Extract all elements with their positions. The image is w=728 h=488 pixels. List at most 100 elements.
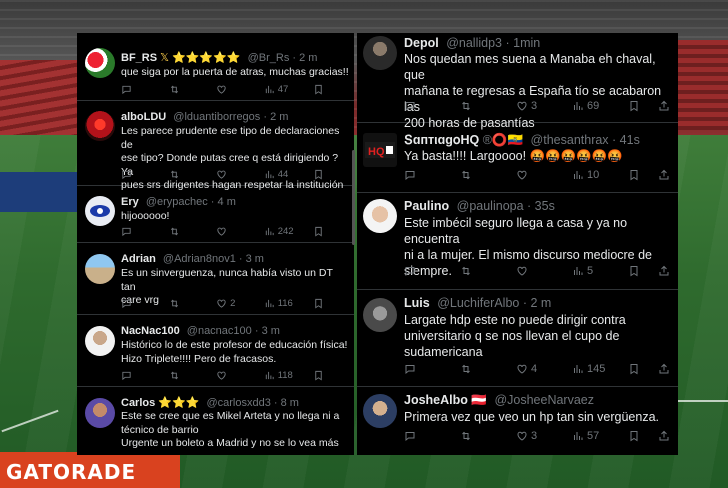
- tweet[interactable]: Adrian @Adrian8nov1 · 3 m Es un sinvergu…: [77, 243, 354, 315]
- display-name[interactable]: Depol: [404, 36, 439, 50]
- tweet[interactable]: NacNac100 @nacnac100 · 3 m Histórico lo …: [77, 315, 354, 387]
- scrollbar[interactable]: [352, 150, 355, 245]
- bookmark-button[interactable]: [313, 226, 341, 237]
- share-button[interactable]: [658, 265, 674, 277]
- share-button[interactable]: [658, 363, 674, 375]
- bookmark-button[interactable]: [313, 169, 341, 180]
- views-button[interactable]: 69: [572, 100, 628, 112]
- views-button[interactable]: 44: [264, 169, 314, 180]
- like-button[interactable]: 4: [516, 363, 572, 375]
- like-button[interactable]: 3: [516, 100, 572, 112]
- retweet-button[interactable]: [460, 265, 516, 277]
- display-name[interactable]: alboLDU: [121, 111, 166, 123]
- timestamp[interactable]: · 2 m: [523, 296, 551, 310]
- retweet-button[interactable]: [169, 370, 217, 381]
- retweet-button[interactable]: [460, 100, 516, 112]
- like-button[interactable]: [516, 265, 572, 277]
- tweet[interactable]: Depol @nallidp3 · 1min Nos quedan mes su…: [357, 33, 678, 130]
- reply-button[interactable]: [121, 370, 169, 381]
- avatar[interactable]: [85, 111, 115, 141]
- avatar[interactable]: HQ: [363, 133, 397, 167]
- retweet-button[interactable]: [460, 430, 516, 442]
- user-handle[interactable]: @erypachec: [146, 196, 208, 208]
- avatar[interactable]: [363, 36, 397, 70]
- like-button[interactable]: [216, 370, 264, 381]
- timestamp[interactable]: · 8 m: [274, 397, 299, 409]
- tweet[interactable]: Luis @LuchiferAlbo · 2 m Largate hdp est…: [357, 290, 678, 387]
- tweet[interactable]: BF_RS 𝕏 ⭐⭐⭐⭐⭐ @Br_Rs · 2 m que siga por …: [77, 33, 354, 101]
- reply-button[interactable]: [121, 298, 169, 309]
- user-handle[interactable]: @paulinopa: [457, 199, 524, 213]
- avatar[interactable]: [363, 298, 397, 332]
- user-handle[interactable]: @Br_Rs: [248, 52, 290, 64]
- avatar[interactable]: [363, 199, 397, 233]
- timestamp[interactable]: · 1min: [505, 36, 540, 50]
- user-handle[interactable]: @nacnac100: [187, 325, 252, 337]
- bookmark-button[interactable]: [628, 169, 658, 181]
- bookmark-button[interactable]: [628, 363, 658, 375]
- views-button[interactable]: 47: [264, 84, 314, 95]
- timestamp[interactable]: · 2 m: [292, 52, 317, 64]
- display-name[interactable]: Carlos: [121, 397, 155, 409]
- reply-button[interactable]: [404, 265, 460, 277]
- retweet-button[interactable]: [169, 226, 217, 237]
- views-button[interactable]: 242: [264, 226, 314, 237]
- tweet[interactable]: Carlos ⭐⭐⭐ @carlosxdd3 · 8 m Este se cre…: [77, 387, 354, 455]
- display-name[interactable]: Ery: [121, 196, 139, 208]
- reply-button[interactable]: [404, 169, 460, 181]
- retweet-button[interactable]: [169, 169, 217, 180]
- bookmark-button[interactable]: [628, 100, 658, 112]
- avatar[interactable]: [85, 326, 115, 356]
- bookmark-button[interactable]: [628, 430, 658, 442]
- reply-button[interactable]: [121, 226, 169, 237]
- timestamp[interactable]: · 4 m: [211, 196, 236, 208]
- views-button[interactable]: 116: [264, 298, 314, 309]
- tweet[interactable]: HQ ՏɑптιɑɡօHQ ®⭕🇪🇨 @thesanthrax · 41s Ya…: [357, 123, 678, 193]
- reply-button[interactable]: [404, 363, 460, 375]
- views-button[interactable]: 5: [572, 265, 628, 277]
- timestamp[interactable]: · 35s: [527, 199, 555, 213]
- user-handle[interactable]: @JosheeNarvaez: [494, 393, 594, 407]
- like-button[interactable]: [216, 84, 264, 95]
- display-name[interactable]: JosheAlbo: [404, 393, 468, 407]
- display-name[interactable]: Luis: [404, 296, 430, 310]
- display-name[interactable]: NacNac100: [121, 325, 180, 337]
- reply-button[interactable]: [121, 84, 169, 95]
- timestamp[interactable]: · 3 m: [255, 325, 280, 337]
- avatar[interactable]: [85, 254, 115, 284]
- like-button[interactable]: 2: [216, 298, 264, 309]
- reply-button[interactable]: [404, 100, 460, 112]
- bookmark-button[interactable]: [628, 265, 658, 277]
- timestamp[interactable]: · 2 m: [263, 111, 288, 123]
- avatar[interactable]: [363, 394, 397, 428]
- reply-button[interactable]: [404, 430, 460, 442]
- like-button[interactable]: [216, 169, 264, 180]
- tweet[interactable]: Paulino @paulinopa · 35s Este imbécil se…: [357, 193, 678, 290]
- tweet[interactable]: alboLDU @lduantiborregos · 2 m Les parec…: [77, 101, 354, 191]
- share-button[interactable]: [658, 100, 674, 112]
- share-button[interactable]: [658, 430, 674, 442]
- user-handle[interactable]: @thesanthrax: [531, 133, 609, 147]
- display-name[interactable]: BF_RS: [121, 52, 157, 64]
- display-name[interactable]: Adrian: [121, 253, 156, 265]
- like-button[interactable]: [516, 169, 572, 181]
- views-button[interactable]: 118: [264, 370, 314, 381]
- retweet-button[interactable]: [460, 363, 516, 375]
- views-button[interactable]: 145: [572, 363, 628, 375]
- avatar[interactable]: [85, 398, 115, 428]
- avatar[interactable]: [85, 48, 115, 78]
- retweet-button[interactable]: [460, 169, 516, 181]
- user-handle[interactable]: @LuchiferAlbo: [437, 296, 519, 310]
- reply-button[interactable]: [121, 169, 169, 180]
- user-handle[interactable]: @carlosxdd3: [206, 397, 270, 409]
- share-button[interactable]: [658, 169, 674, 181]
- tweet[interactable]: Ery @erypachec · 4 m hijoooooo! 242: [77, 186, 354, 243]
- retweet-button[interactable]: [169, 84, 217, 95]
- display-name[interactable]: ՏɑптιɑɡօHQ: [404, 133, 479, 147]
- like-button[interactable]: [216, 226, 264, 237]
- avatar[interactable]: [85, 196, 115, 226]
- user-handle[interactable]: @nallidp3: [446, 36, 502, 50]
- bookmark-button[interactable]: [313, 370, 341, 381]
- views-button[interactable]: 57: [572, 430, 628, 442]
- bookmark-button[interactable]: [313, 298, 341, 309]
